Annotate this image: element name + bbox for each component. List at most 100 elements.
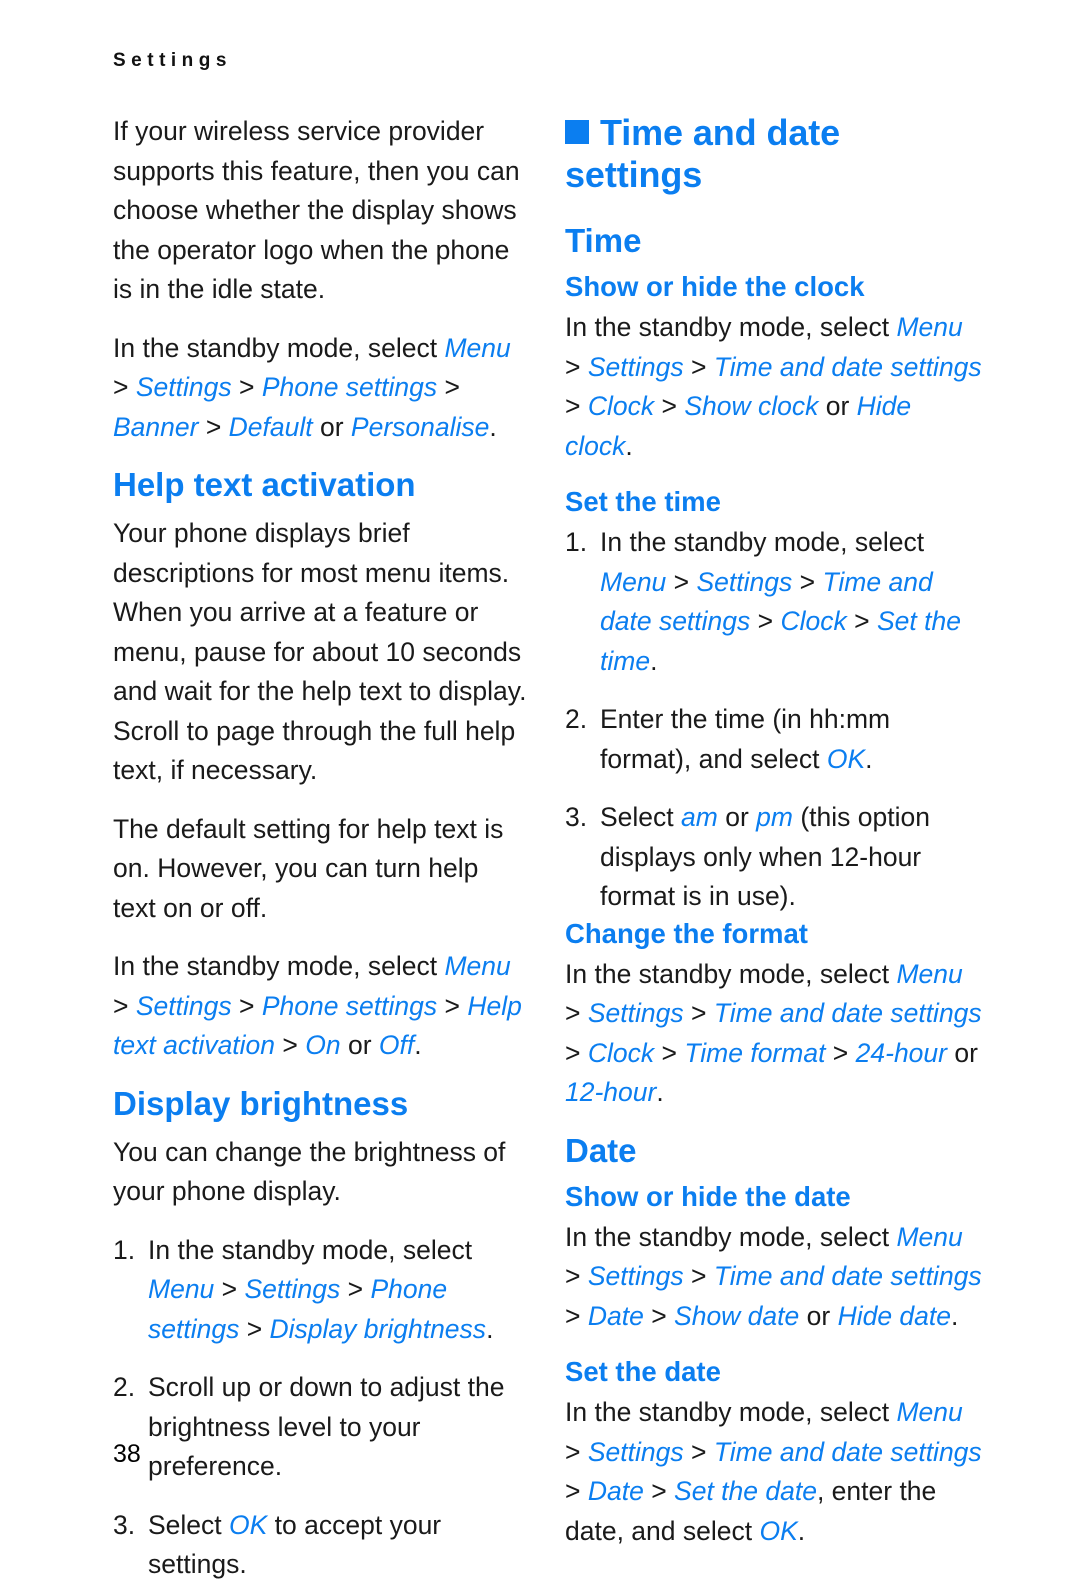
- show-hide-clock-menu-path: In the standby mode, select Menu > Setti…: [565, 308, 985, 466]
- ui-term-menu: Menu: [444, 951, 511, 981]
- path-separator: >: [437, 990, 468, 1021]
- ui-term-show-date: Show date: [674, 1300, 800, 1331]
- path-lead: In the standby mode, select: [113, 951, 445, 981]
- path-separator: >: [113, 372, 136, 402]
- path-separator: >: [214, 1274, 245, 1304]
- ui-term-hide-date: Hide date: [837, 1300, 952, 1331]
- step-lead: In the standby mode, select: [148, 1234, 473, 1265]
- heading-display-brightness: Display brightness: [113, 1084, 409, 1122]
- heading-set-the-time: Set the time: [565, 486, 721, 517]
- path-separator: >: [825, 1037, 856, 1068]
- ui-term-time-and-date-settings: Time and date settings: [713, 1261, 982, 1291]
- heading-date: Date: [565, 1131, 637, 1169]
- path-lead: In the standby mode, select: [565, 1221, 897, 1252]
- ui-term-menu: Menu: [444, 332, 511, 363]
- show-hide-date-menu-path: In the standby mode, select Menu > Setti…: [565, 1218, 985, 1337]
- path-separator: >: [846, 606, 877, 636]
- brightness-paragraph: You can change the brightness of your ph…: [113, 1136, 506, 1207]
- path-end: .: [951, 1300, 959, 1331]
- path-separator: >: [565, 1476, 588, 1506]
- help-menu-path: In the standby mode, select Menu > Setti…: [113, 947, 528, 1066]
- ui-term-time-and-date-settings: Time and date settings: [713, 998, 982, 1028]
- path-separator: >: [565, 1261, 588, 1291]
- path-separator: >: [750, 606, 781, 636]
- path-separator: >: [654, 1037, 685, 1068]
- path-end: .: [650, 645, 658, 676]
- path-separator: >: [643, 1300, 675, 1331]
- ui-term-menu: Menu: [896, 1397, 963, 1427]
- ui-term-menu: Menu: [896, 312, 963, 342]
- heading-show-or-hide-the-clock: Show or hide the clock: [565, 271, 865, 302]
- path-lead: In the standby mode, select: [565, 958, 897, 989]
- ui-term-banner: Banner: [113, 411, 199, 442]
- ui-term-settings: Settings: [587, 1436, 684, 1467]
- list-item: 3. Select OK to accept your settings.: [113, 1506, 528, 1585]
- ui-term-display-brightness: Display brightness: [269, 1313, 487, 1344]
- step-number: 3.: [113, 1509, 136, 1540]
- path-end: .: [797, 1515, 806, 1546]
- intro-paragraph: If your wireless service provider suppor…: [113, 116, 520, 304]
- ui-term-clock: Clock: [780, 606, 847, 636]
- path-separator: >: [683, 1261, 714, 1291]
- ui-term-am: am: [681, 802, 718, 832]
- list-item: 1. In the standby mode, select Menu > Set…: [565, 523, 985, 681]
- step-lead: Select: [148, 1509, 230, 1540]
- path-end: .: [486, 1313, 494, 1344]
- path-separator: >: [792, 566, 823, 597]
- step-lead: Select: [600, 802, 682, 832]
- heading-change-the-format: Change the format: [565, 917, 808, 949]
- ui-term-pm: pm: [756, 802, 793, 832]
- path-separator: >: [565, 1436, 588, 1467]
- path-separator: >: [643, 1476, 675, 1506]
- step-lead: In the standby mode, select: [600, 527, 925, 557]
- ui-term-settings: Settings: [587, 998, 684, 1028]
- path-separator: >: [683, 351, 714, 382]
- set-date-menu-path: In the standby mode, select Menu > Setti…: [565, 1393, 985, 1551]
- step-number: 1.: [113, 1234, 136, 1265]
- path-separator: >: [565, 1037, 588, 1068]
- path-separator: >: [231, 372, 262, 402]
- path-separator: >: [231, 990, 262, 1021]
- ui-term-menu: Menu: [896, 958, 963, 989]
- ui-term-menu: Menu: [148, 1274, 215, 1304]
- path-or: or: [340, 1030, 379, 1060]
- set-time-step-list: 1. In the standby mode, select Menu > Set…: [565, 523, 985, 917]
- ui-term-menu: Menu: [600, 566, 667, 597]
- path-lead: In the standby mode, select: [565, 1397, 897, 1427]
- step-number: 1.: [565, 527, 588, 557]
- path-or: or: [799, 1300, 838, 1331]
- path-separator: >: [198, 411, 229, 442]
- left-column: If your wireless service provider suppor…: [113, 112, 528, 1585]
- ui-term-show-clock: Show clock: [684, 391, 819, 421]
- path-end: .: [414, 1030, 422, 1060]
- ui-term-phone-settings: Phone settings: [261, 372, 438, 402]
- path-separator: >: [565, 351, 588, 382]
- ui-term-12-hour: 12-hour: [565, 1077, 657, 1107]
- ui-term-date: Date: [587, 1300, 644, 1331]
- list-item: 3. Select am or pm (this option displays …: [565, 798, 985, 917]
- path-or: or: [818, 391, 857, 421]
- ui-term-ok: OK: [759, 1515, 798, 1546]
- ui-term-settings: Settings: [135, 372, 232, 402]
- list-item: 2. Scroll up or down to adjust the bright…: [113, 1368, 528, 1487]
- ui-term-settings: Settings: [587, 351, 684, 382]
- heading-time: Time: [565, 222, 642, 259]
- path-separator: >: [666, 566, 697, 597]
- path-separator: >: [654, 391, 685, 421]
- path-end: .: [625, 430, 633, 461]
- step-mid: or: [717, 802, 757, 832]
- path-separator: >: [437, 372, 460, 402]
- ui-term-on: On: [305, 1030, 341, 1060]
- path-end: .: [489, 411, 497, 442]
- heading-show-or-hide-the-date: Show or hide the date: [565, 1180, 851, 1212]
- heading-help-text-activation: Help text activation: [113, 466, 416, 503]
- ui-term-settings: Settings: [696, 566, 793, 597]
- running-header: Settings: [113, 50, 232, 71]
- brightness-step-list: 1. In the standby mode, select Menu > Set…: [113, 1231, 528, 1585]
- help-paragraph-1: Your phone displays brief descriptions f…: [113, 518, 527, 785]
- page-number: 38: [113, 1440, 141, 1468]
- path-separator: >: [113, 990, 136, 1021]
- path-lead: In the standby mode, select: [565, 312, 897, 342]
- ui-term-time-and-date-settings: Time and date settings: [713, 1436, 982, 1467]
- ui-term-set-the-date: Set the date: [674, 1476, 817, 1506]
